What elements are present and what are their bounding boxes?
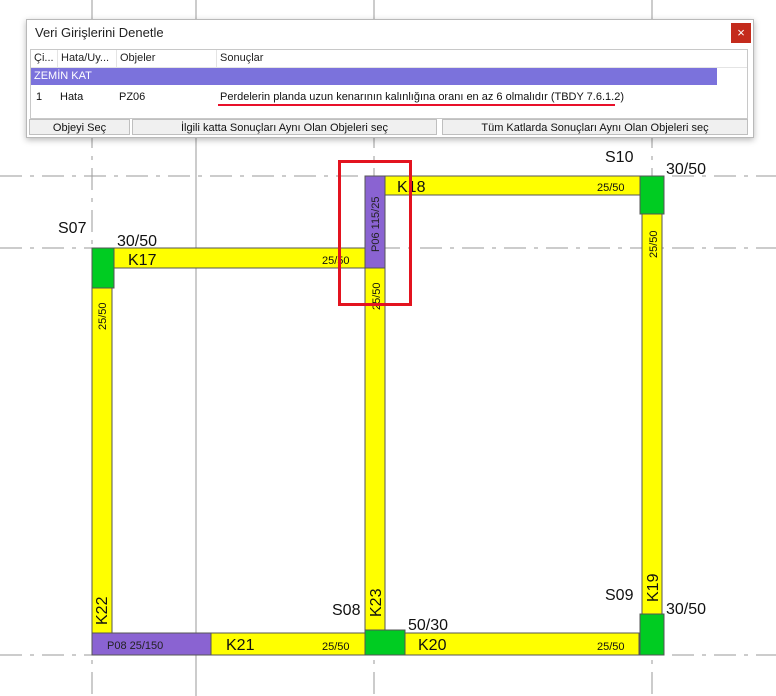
column-header-results[interactable]: Sonuçlar: [217, 50, 747, 67]
row-object: PZ06: [119, 91, 146, 103]
error-underline: [218, 104, 615, 106]
wall-label-P08: P08 25/150: [107, 640, 163, 652]
beam-K23[interactable]: [364, 267, 386, 634]
column-header-no[interactable]: Çi...: [31, 50, 58, 67]
column-header-objects[interactable]: Objeler: [117, 50, 217, 67]
column-id-S10: S10: [605, 149, 634, 166]
beam-size-K23: 25/50: [371, 282, 383, 310]
wall-label-P06: P06 115/25: [370, 197, 382, 252]
beam-size-K22: 25/50: [97, 302, 109, 330]
beam-size-K20: 25/50: [597, 641, 625, 653]
beam-id-K21: K21: [226, 637, 255, 654]
beam-id-K19: K19: [645, 573, 662, 602]
column-size-S07: 30/50: [117, 233, 157, 250]
row-no: 1: [36, 91, 43, 103]
beam-size-K21: 25/50: [322, 641, 350, 653]
beam-size-K17: 25/50: [322, 255, 350, 267]
column-S10[interactable]: [639, 175, 665, 215]
column-S09[interactable]: [639, 613, 665, 656]
beam-id-K22: K22: [94, 596, 111, 625]
column-size-S10: 30/50: [666, 161, 706, 178]
column-id-S09: S09: [605, 587, 634, 604]
beam-size-K18: 25/50: [597, 182, 625, 194]
select-all-floors-button[interactable]: Tüm Katlarda Sonuçları Aynı Olan Objeler…: [442, 119, 748, 135]
column-id-S07: S07: [58, 220, 87, 237]
beam-id-K20: K20: [418, 637, 447, 654]
beam-id-K17: K17: [128, 252, 157, 269]
beam-K22[interactable]: [91, 287, 113, 634]
column-S07[interactable]: [91, 247, 115, 289]
column-size-S08: 50/30: [408, 617, 448, 634]
results-grid: Çi... Hata/Uy... Objeler Sonuçlar ZEMİN …: [30, 49, 748, 119]
select-same-floor-button[interactable]: İlgili katta Sonuçları Aynı Olan Objeler…: [132, 119, 437, 135]
column-header-type[interactable]: Hata/Uy...: [58, 50, 117, 67]
grid-header: Çi... Hata/Uy... Objeler Sonuçlar: [31, 50, 747, 68]
check-inputs-dialog: Veri Girişlerini Denetle × Çi... Hata/Uy…: [26, 19, 754, 138]
beam-K19[interactable]: [641, 213, 663, 615]
beam-id-K23: K23: [368, 588, 385, 617]
row-type: Hata: [60, 91, 84, 103]
column-size-S09: 30/50: [666, 601, 706, 618]
beam-id-K18: K18: [397, 179, 426, 196]
group-row-floor[interactable]: ZEMİN KAT: [31, 68, 717, 85]
dialog-title: Veri Girişlerini Denetle: [35, 25, 164, 40]
column-id-S08: S08: [332, 602, 361, 619]
column-S08[interactable]: [364, 629, 406, 656]
close-icon[interactable]: ×: [731, 23, 751, 43]
select-object-button[interactable]: Objeyi Seç: [29, 119, 130, 135]
beam-size-K19: 25/50: [648, 230, 660, 258]
